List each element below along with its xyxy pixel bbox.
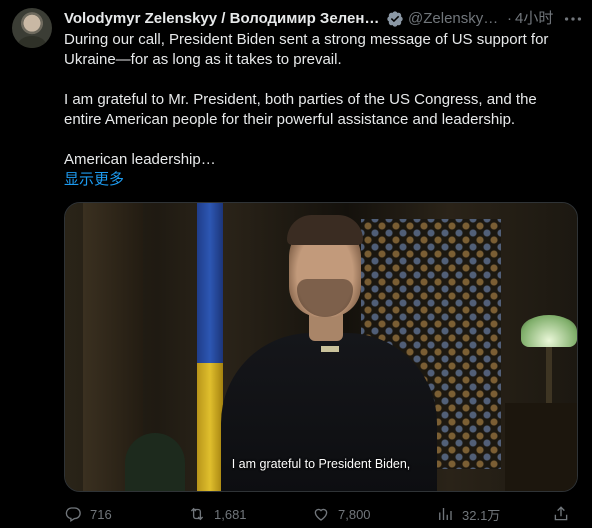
video-caption: I am grateful to President Biden, xyxy=(231,457,411,471)
shirt-emblem xyxy=(321,346,339,352)
views-count: 32.1万 xyxy=(462,507,501,523)
avatar[interactable] xyxy=(12,8,52,48)
tweet-paragraph: During our call, President Biden sent a … xyxy=(64,31,549,68)
views-icon xyxy=(439,508,452,520)
tweet-header: Volodymyr Zelenskyy / Володимир Зеленськ… xyxy=(64,8,584,30)
retweet-icon xyxy=(190,507,204,521)
views-button[interactable]: 32.1万 xyxy=(436,505,536,524)
share-icon xyxy=(554,506,568,521)
flag-yellow xyxy=(197,363,223,491)
reply-icon xyxy=(65,507,81,522)
retweet-button[interactable]: 1,681 xyxy=(188,505,312,523)
author-name[interactable]: Volodymyr Zelenskyy / Володимир Зеленськ… xyxy=(64,8,382,30)
lamp xyxy=(521,315,577,347)
like-count: 7,800 xyxy=(338,506,371,522)
show-more-link[interactable]: 显示更多 xyxy=(64,170,574,190)
like-button[interactable]: 7,800 xyxy=(312,505,436,523)
reply-button[interactable]: 716 xyxy=(64,505,188,523)
share-button[interactable] xyxy=(552,505,578,523)
like-icon xyxy=(314,508,328,521)
separator-dot: · xyxy=(507,10,512,27)
desk xyxy=(505,403,577,491)
flag-blue xyxy=(197,203,223,363)
action-bar: 716 1,681 7,800 32.1万 xyxy=(64,504,578,524)
more-icon[interactable] xyxy=(562,8,584,30)
speaker-hair xyxy=(287,215,363,245)
video-player[interactable]: I am grateful to President Biden, xyxy=(64,202,578,492)
tweet-paragraph: American leadership… xyxy=(64,151,216,168)
retweet-count: 1,681 xyxy=(214,506,247,522)
tweet-text: During our call, President Biden sent a … xyxy=(64,30,574,190)
verified-badge-icon xyxy=(387,11,403,27)
tweet-paragraph: I am grateful to Mr. President, both par… xyxy=(64,91,537,128)
lamp-stand xyxy=(546,347,552,407)
reply-count: 716 xyxy=(90,506,112,522)
timestamp[interactable]: 4小时 xyxy=(515,8,553,30)
author-handle[interactable]: @ZelenskyyUa xyxy=(408,8,504,30)
